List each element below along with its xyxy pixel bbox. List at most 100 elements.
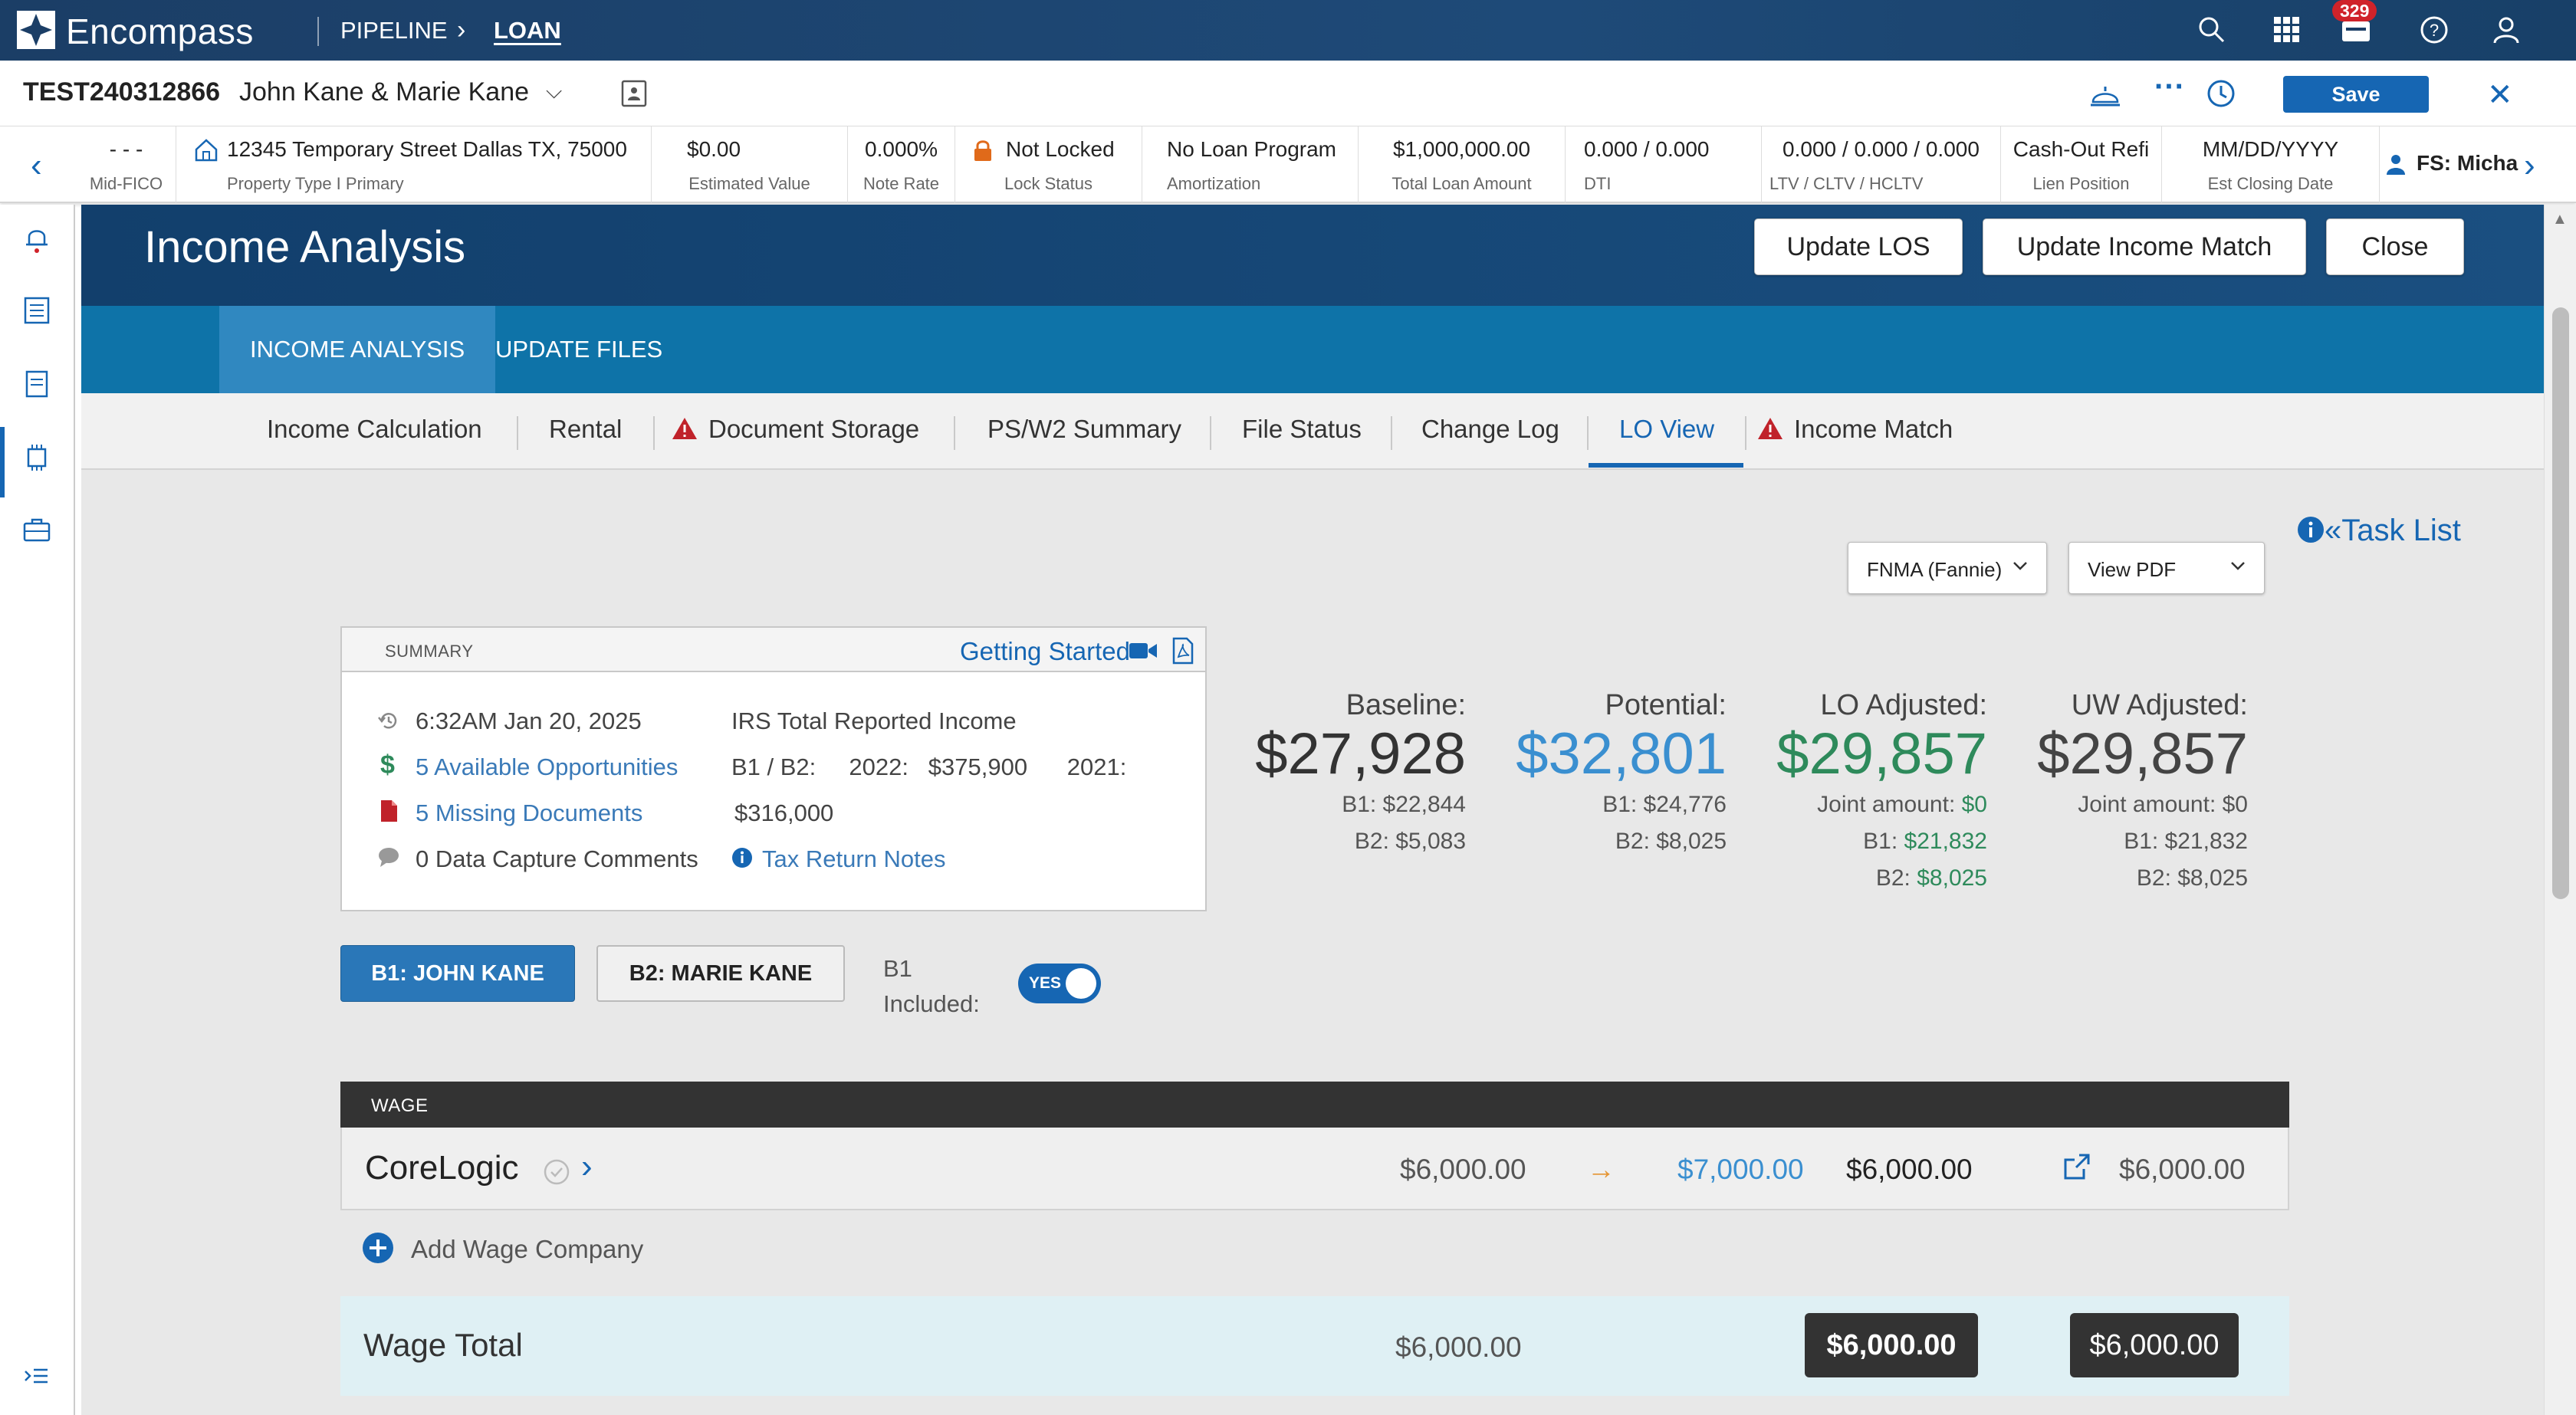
- update-los-button[interactable]: Update LOS: [1754, 218, 1963, 275]
- loan-summary-strip: ‹ - - - Mid-FICO 12345 Temporary Street …: [0, 126, 2576, 203]
- external-link-icon[interactable]: [2062, 1152, 2091, 1181]
- divider: [1210, 416, 1211, 450]
- strip-cell-property[interactable]: 12345 Temporary Street Dallas TX, 75000 …: [176, 126, 652, 203]
- lo-b2-value: $8,025: [1917, 865, 1987, 891]
- strip-value: No Loan Program: [1167, 137, 1337, 161]
- borrower-b1-button[interactable]: B1: JOHN KANE: [340, 945, 575, 1002]
- strip-label: Note Rate: [863, 174, 940, 193]
- apps-grid-icon[interactable]: [2269, 12, 2305, 48]
- services-chip-icon[interactable]: [21, 442, 52, 473]
- lo-adjusted-total: LO Adjusted: $29,857 Joint amount: $0 B1…: [1727, 689, 1987, 897]
- subtab-rental[interactable]: Rental: [549, 415, 622, 444]
- tab-income-analysis[interactable]: INCOME ANALYSIS: [219, 306, 496, 393]
- history-clock-icon[interactable]: [2205, 77, 2237, 110]
- subtab-lo-view[interactable]: LO View: [1619, 415, 1714, 444]
- add-wage-company-link[interactable]: Add Wage Company: [411, 1235, 643, 1264]
- more-options-icon[interactable]: ···: [2154, 70, 2185, 104]
- strip-value: 0.000 / 0.000: [1584, 137, 1710, 161]
- expand-rail-icon[interactable]: [21, 1361, 52, 1391]
- warning-icon: [672, 418, 697, 439]
- b1-included-toggle[interactable]: YES: [1018, 964, 1101, 1003]
- tax-return-notes-link[interactable]: Tax Return Notes: [762, 845, 946, 873]
- save-button[interactable]: Save: [2283, 76, 2429, 113]
- form-list-icon[interactable]: [21, 295, 52, 326]
- alert-bell-icon[interactable]: [21, 223, 52, 254]
- irs-income-line: B1 / B2: 2022: $375,900 2021:: [731, 753, 1127, 780]
- close-icon[interactable]: ✕: [2487, 77, 2513, 113]
- getting-started-link[interactable]: Getting Started: [960, 637, 1130, 666]
- borrower-pair[interactable]: John Kane & Marie Kane: [239, 77, 529, 107]
- strip-cell-file-starter[interactable]: FS: Micha: [2380, 126, 2530, 203]
- nav-pipeline[interactable]: PIPELINE: [340, 17, 448, 44]
- tab-update-files[interactable]: UPDATE FILES: [495, 306, 693, 393]
- strip-label: Total Loan Amount: [1392, 174, 1532, 193]
- loan-number: TEST240312866: [23, 77, 221, 107]
- divider: [954, 416, 955, 450]
- data-capture-comments: 0 Data Capture Comments: [416, 845, 698, 872]
- included-label-line: B1: [883, 955, 912, 982]
- strip-value: $1,000,000.00: [1392, 137, 1531, 161]
- strip-cell-note-rate: 0.000% Note Rate: [848, 126, 955, 203]
- agency-select[interactable]: FNMA (Fannie): [1848, 542, 2047, 594]
- agency-select-value: FNMA (Fannie): [1867, 558, 2003, 581]
- scroll-up-icon[interactable]: ▲: [2552, 211, 2568, 228]
- chevron-down-icon[interactable]: ⌵: [546, 79, 562, 104]
- borrower-b2-button[interactable]: B2: MARIE KANE: [596, 945, 845, 1002]
- brand-name: Encompass: [66, 11, 254, 51]
- available-opportunities-link[interactable]: 5 Available Opportunities: [416, 753, 678, 781]
- pdf-select-value: View PDF: [2088, 558, 2177, 581]
- update-income-match-button[interactable]: Update Income Match: [1983, 218, 2306, 275]
- video-camera-icon[interactable]: [1129, 640, 1158, 662]
- warning-icon: [1758, 418, 1783, 439]
- strip-next-icon[interactable]: ›: [2524, 146, 2535, 185]
- documents-icon[interactable]: [21, 369, 52, 399]
- close-button[interactable]: Close: [2326, 218, 2464, 275]
- included-label: B1 Included:: [883, 951, 980, 1022]
- contact-card-icon[interactable]: [619, 79, 649, 108]
- toggle-knob: [1066, 968, 1096, 999]
- subtab-ps-w2-summary[interactable]: PS/W2 Summary: [987, 415, 1181, 444]
- subtab-document-storage[interactable]: Document Storage: [672, 415, 919, 444]
- strip-cell-estimated-value: $0.00 Estimated Value: [652, 126, 848, 203]
- strip-value: MM/DD/YYYY: [2202, 137, 2339, 161]
- chevron-down-icon: [2231, 562, 2245, 570]
- service-bell-icon[interactable]: [2088, 77, 2122, 110]
- irs-income-title: IRS Total Reported Income: [731, 708, 1017, 734]
- income-analysis-panel: Income Analysis Update LOS Update Income…: [81, 205, 2544, 1415]
- toggle-state: YES: [1029, 974, 1062, 992]
- add-circle-icon[interactable]: [362, 1232, 394, 1264]
- strip-label: Estimated Value: [688, 174, 810, 193]
- wage-lo-adjusted: $6,000.00: [1846, 1154, 1973, 1185]
- wage-row[interactable]: CoreLogic › $6,000.00 → $7,000.00 $6,000…: [340, 1128, 2289, 1210]
- nav-loan[interactable]: LOAN: [494, 17, 561, 44]
- vertical-scrollbar[interactable]: ▲: [2544, 205, 2576, 1415]
- search-icon[interactable]: [2194, 12, 2229, 48]
- lo-adjusted-value: $29,857: [1776, 721, 1987, 786]
- subtab-change-log[interactable]: Change Log: [1421, 415, 1559, 444]
- chevron-right-icon[interactable]: ›: [581, 1147, 593, 1186]
- subtab-income-match[interactable]: Income Match: [1757, 415, 1953, 444]
- strip-value: 0.000%: [865, 137, 938, 161]
- pdf-select[interactable]: View PDF: [2068, 542, 2265, 594]
- help-icon[interactable]: ?: [2417, 12, 2452, 48]
- divider: [1587, 416, 1589, 450]
- left-rail: [0, 205, 75, 1415]
- briefcase-icon[interactable]: [21, 514, 52, 545]
- strip-prev-icon[interactable]: ‹: [31, 146, 42, 185]
- user-icon[interactable]: [2489, 12, 2524, 48]
- task-list-link[interactable]: «Task List: [2297, 514, 2461, 548]
- comment-icon: [379, 848, 399, 867]
- scrollbar-thumb[interactable]: [2552, 307, 2569, 899]
- info-icon: [732, 848, 752, 868]
- strip-value: Not Locked: [1006, 137, 1115, 161]
- chevron-down-icon: [2013, 562, 2027, 570]
- notification-badge: 329: [2332, 0, 2377, 21]
- strip-value: Cash-Out Refi: [2013, 137, 2150, 161]
- wage-company-name[interactable]: CoreLogic: [365, 1149, 519, 1187]
- subtab-file-status[interactable]: File Status: [1242, 415, 1362, 444]
- subtab-income-calculation[interactable]: Income Calculation: [267, 415, 482, 444]
- pdf-file-icon[interactable]: [1171, 637, 1194, 665]
- history-icon: [378, 713, 397, 729]
- svg-text:?: ?: [2430, 21, 2439, 40]
- missing-documents-link[interactable]: 5 Missing Documents: [416, 799, 642, 827]
